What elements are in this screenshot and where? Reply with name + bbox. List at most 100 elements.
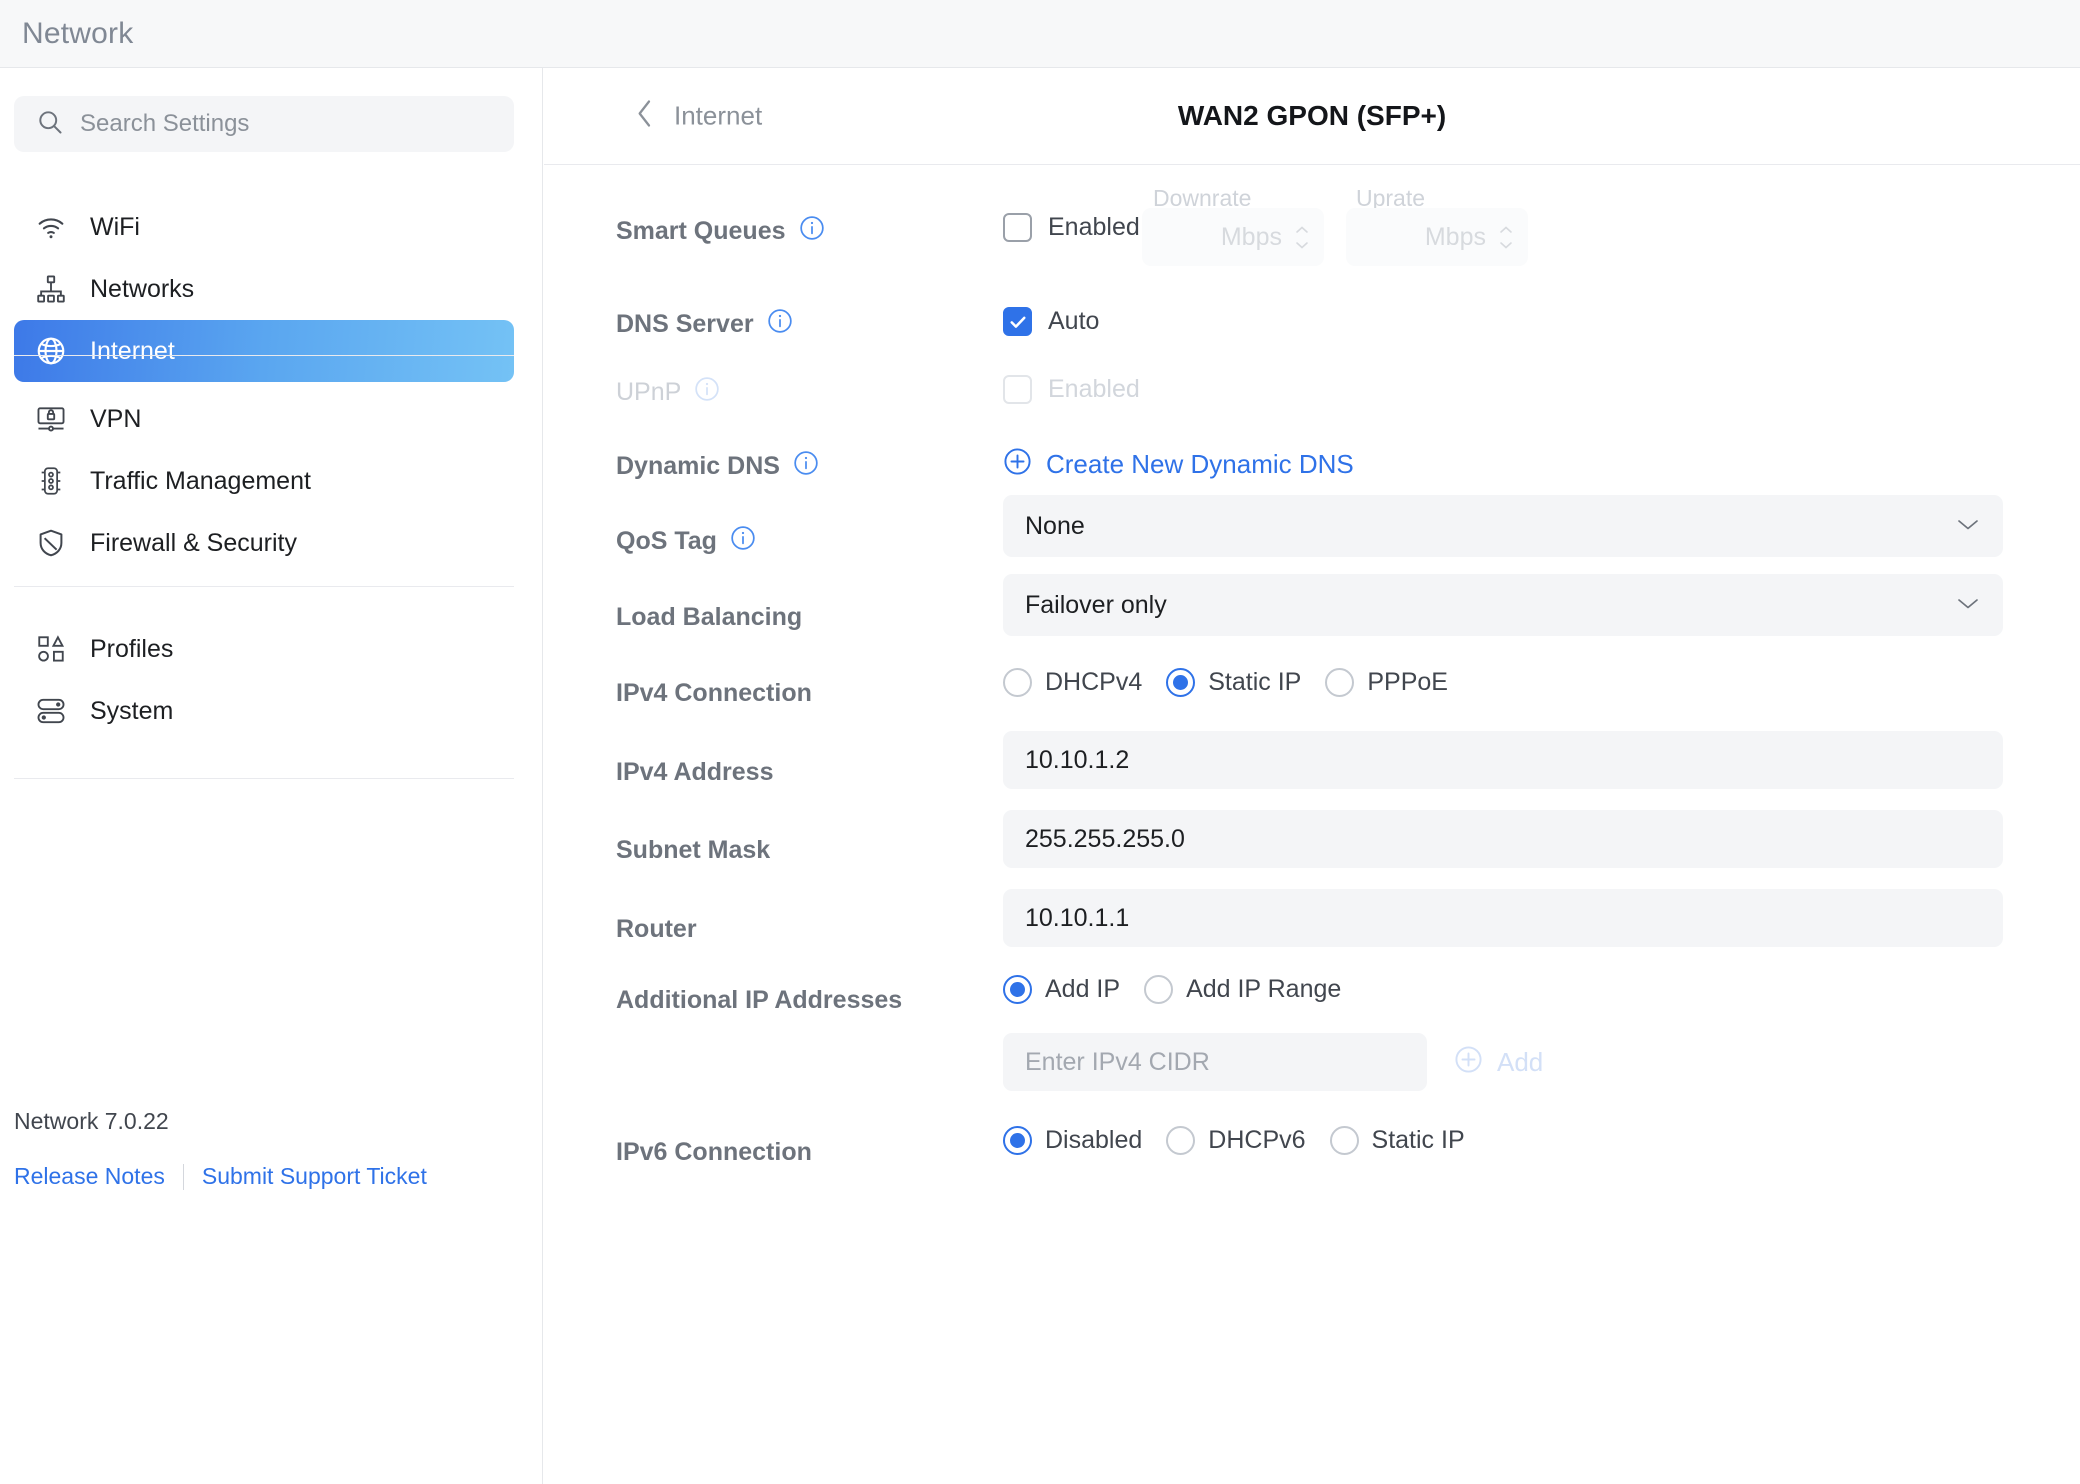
search-input[interactable] (80, 110, 480, 138)
globe-icon (34, 334, 68, 368)
radio-dhcpv6[interactable]: DHCPv6 (1166, 1126, 1305, 1155)
checkbox-box (1003, 307, 1032, 336)
radio-dot (1166, 1126, 1195, 1155)
ipv6-connection-label-text: IPv6 Connection (616, 1138, 812, 1167)
create-new-dynamic-dns-label: Create New Dynamic DNS (1046, 449, 1354, 480)
load-balancing-label-text: Load Balancing (616, 603, 802, 632)
shapes-icon (34, 632, 68, 666)
ipv4-cidr-field[interactable] (1003, 1033, 1427, 1091)
router-field[interactable] (1003, 889, 2003, 947)
sidebar-item-label: System (90, 697, 173, 726)
sidebar-item-system[interactable]: System (14, 680, 514, 742)
radio-add-ip-range[interactable]: Add IP Range (1144, 975, 1341, 1004)
sidebar-item-firewall-security[interactable]: Firewall & Security (14, 512, 514, 574)
radio-dhcpv4[interactable]: DHCPv4 (1003, 668, 1142, 697)
submit-support-ticket-link[interactable]: Submit Support Ticket (202, 1163, 427, 1190)
toggles-icon (34, 694, 68, 728)
downrate-stepper[interactable] (1294, 225, 1310, 250)
traffic-light-icon (34, 464, 68, 498)
sidebar-item-networks[interactable]: Networks (14, 258, 514, 320)
sidebar-item-profiles[interactable]: Profiles (14, 618, 514, 680)
qos-tag-select[interactable]: None (1003, 495, 2003, 557)
sidebar-item-vpn[interactable]: VPN (14, 388, 514, 450)
release-notes-link[interactable]: Release Notes (14, 1163, 165, 1190)
radio-dot (1003, 668, 1032, 697)
add-ip-label: Add (1497, 1047, 1543, 1078)
sidebar-item-label: Internet (90, 337, 175, 366)
chevron-down-icon (1955, 595, 1981, 616)
uprate-placeholder: Mbps (1425, 223, 1486, 252)
additional-ip-label-text: Additional IP Addresses (616, 986, 902, 1015)
sidebar-item-label: Firewall & Security (90, 529, 297, 558)
sidebar-item-wifi[interactable]: WiFi (14, 196, 514, 258)
radio-pppoe[interactable]: PPPoE (1325, 668, 1448, 697)
ipv4-address-input[interactable] (1025, 746, 1981, 775)
plus-circle-icon (1454, 1045, 1483, 1079)
subnet-mask-input[interactable] (1025, 825, 1981, 854)
router-input[interactable] (1025, 904, 1981, 933)
create-new-dynamic-dns-button[interactable]: Create New Dynamic DNS (1003, 447, 1354, 481)
radio-label: DHCPv6 (1208, 1126, 1305, 1155)
wifi-icon (34, 210, 68, 244)
dns-auto-checkbox[interactable]: Auto (1003, 307, 1099, 336)
sidebar-item-label: Traffic Management (90, 467, 311, 496)
load-balancing-value: Failover only (1025, 591, 1167, 620)
add-ip-button[interactable]: Add (1454, 1045, 1543, 1079)
info-icon[interactable] (793, 450, 819, 483)
radio-dot (1330, 1126, 1359, 1155)
upnp-label: UPnP (616, 376, 720, 409)
network-topology-icon (34, 272, 68, 306)
search-settings-box[interactable] (14, 96, 514, 152)
radio-static-ip[interactable]: Static IP (1166, 668, 1301, 697)
info-icon[interactable] (799, 215, 825, 248)
radio-label: Disabled (1045, 1126, 1142, 1155)
radio-ipv6-static-ip[interactable]: Static IP (1330, 1126, 1465, 1155)
sidebar-tertiary-group: Profiles System (14, 618, 514, 742)
subnet-mask-field[interactable] (1003, 810, 2003, 868)
qos-tag-value: None (1025, 512, 1085, 541)
qos-tag-label: QoS Tag (616, 525, 756, 558)
info-icon (694, 376, 720, 409)
sidebar: WiFi Networks (0, 68, 543, 1484)
radio-add-ip[interactable]: Add IP (1003, 975, 1120, 1004)
ipv4-cidr-input[interactable] (1025, 1048, 1405, 1077)
radio-label: Add IP (1045, 975, 1120, 1004)
checkbox-label: Auto (1048, 307, 1099, 336)
dynamic-dns-label-text: Dynamic DNS (616, 452, 780, 481)
sidebar-item-label: WiFi (90, 213, 140, 242)
ipv4-address-label-text: IPv4 Address (616, 758, 773, 787)
smart-queues-enabled-checkbox[interactable]: Enabled (1003, 213, 1140, 242)
dns-server-label-text: DNS Server (616, 310, 754, 339)
load-balancing-select[interactable]: Failover only (1003, 574, 2003, 636)
radio-dot (1144, 975, 1173, 1004)
sidebar-item-internet[interactable]: Internet (14, 320, 514, 382)
checkbox-label: Enabled (1048, 375, 1140, 404)
radio-dot (1166, 668, 1195, 697)
additional-ip-radio-group: Add IP Add IP Range (1003, 975, 1341, 1004)
uprate-field[interactable]: Mbps (1346, 208, 1528, 266)
page-title: WAN2 GPON (SFP+) (544, 100, 2080, 132)
downrate-field[interactable]: Mbps (1142, 208, 1324, 266)
radio-label: Add IP Range (1186, 975, 1341, 1004)
ipv4-address-field[interactable] (1003, 731, 2003, 789)
vpn-lock-icon (34, 402, 68, 436)
uprate-stepper[interactable] (1498, 225, 1514, 250)
app-title: Network (22, 17, 133, 51)
upnp-enabled-checkbox: Enabled (1003, 375, 1140, 404)
chevron-down-icon (1955, 516, 1981, 537)
checkbox-box (1003, 213, 1032, 242)
info-icon[interactable] (767, 308, 793, 341)
load-balancing-label: Load Balancing (616, 603, 802, 632)
sidebar-divider-3 (14, 778, 514, 779)
radio-dot (1003, 975, 1032, 1004)
ipv4-connection-label-text: IPv4 Connection (616, 679, 812, 708)
sidebar-item-traffic-management[interactable]: Traffic Management (14, 450, 514, 512)
sidebar-divider-1 (14, 355, 514, 356)
upnp-label-text: UPnP (616, 378, 681, 407)
qos-tag-label-text: QoS Tag (616, 527, 717, 556)
info-icon[interactable] (730, 525, 756, 558)
shield-icon (34, 526, 68, 560)
radio-dot (1003, 1126, 1032, 1155)
radio-disabled[interactable]: Disabled (1003, 1126, 1142, 1155)
additional-ip-addresses-label: Additional IP Addresses (616, 986, 902, 1015)
